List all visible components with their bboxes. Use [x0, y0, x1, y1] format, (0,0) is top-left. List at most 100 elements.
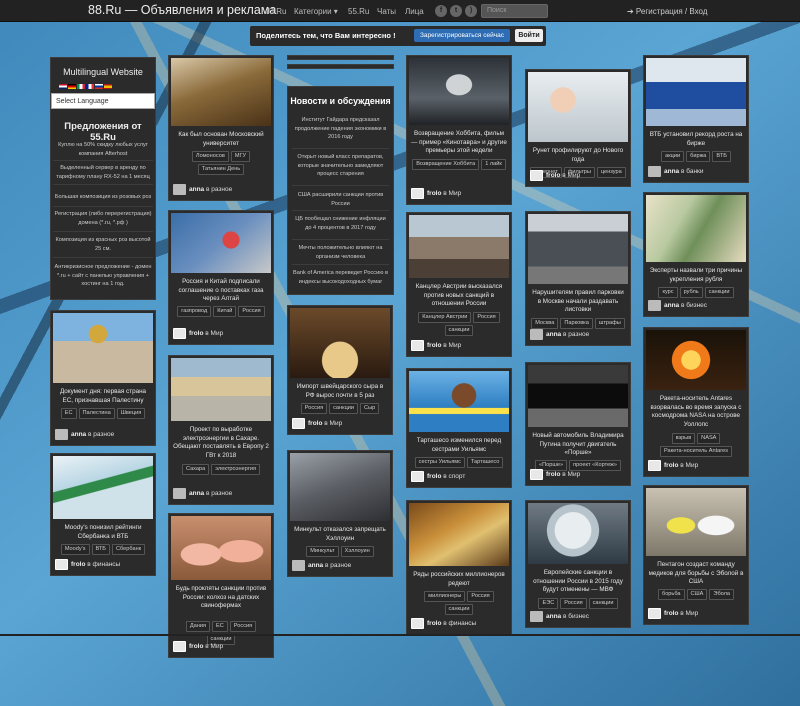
post-category[interactable]: бизнес	[686, 302, 707, 309]
twitter-icon[interactable]: t	[450, 5, 462, 17]
author-name[interactable]: frolo	[427, 473, 441, 480]
post-image[interactable]	[290, 308, 390, 378]
post-title[interactable]: Ракета-носитель Antares взорвалась во вр…	[648, 395, 744, 429]
post-image[interactable]	[528, 214, 628, 284]
post-tag[interactable]: Россия	[238, 306, 265, 317]
nav-link-55[interactable]: 55.Ru	[348, 7, 369, 16]
post-image[interactable]	[53, 456, 153, 519]
post-author[interactable]: anna в бизнес	[530, 611, 589, 622]
post-tag[interactable]: Китай	[213, 306, 237, 317]
avatar[interactable]	[292, 560, 305, 571]
post-category[interactable]: разное	[211, 186, 232, 193]
nav-link-jj[interactable]: JJ.Ru	[266, 7, 286, 16]
post-author[interactable]: frolo в Мир	[648, 460, 698, 471]
post-category[interactable]: Мир	[568, 172, 581, 179]
post-author[interactable]: frolo в Мир	[173, 328, 223, 339]
author-name[interactable]: anna	[546, 331, 561, 338]
post-card[interactable]: Проект по выработке электроэнергии в Сах…	[168, 355, 274, 505]
post-image[interactable]	[171, 213, 271, 273]
post-tag[interactable]: акции	[661, 151, 685, 162]
avatar[interactable]	[648, 300, 661, 311]
post-title[interactable]: Проект по выработке электроэнергии в Сах…	[173, 426, 269, 460]
offer-item[interactable]: Композиция из красных роз высотой 25 см.	[53, 236, 153, 253]
post-tag[interactable]: курс	[658, 287, 678, 298]
avatar[interactable]	[411, 471, 424, 482]
flag-de-icon[interactable]	[68, 84, 76, 89]
author-name[interactable]: frolo	[427, 342, 441, 349]
post-category[interactable]: банки	[686, 168, 703, 175]
post-title[interactable]: Россия и Китай подписали соглашение о по…	[173, 278, 269, 304]
post-tag[interactable]: США	[686, 589, 708, 600]
post-tag[interactable]: санкции	[704, 287, 734, 298]
post-author[interactable]: anna в разное	[55, 429, 114, 440]
post-tag[interactable]: 1 лайк	[481, 159, 506, 170]
post-title[interactable]: Moody's понизил рейтинги Сбербанка и ВТБ	[55, 524, 151, 541]
post-image[interactable]	[528, 72, 628, 142]
post-tag[interactable]: ЕС	[60, 408, 77, 419]
flag-it-icon[interactable]	[77, 84, 85, 89]
post-tag[interactable]: Сбербанк	[111, 544, 146, 555]
post-card[interactable]: Россия и Китай подписали соглашение о по…	[168, 210, 274, 345]
offer-item[interactable]: Антикризисное предложение - домен *.ru +…	[53, 263, 153, 289]
post-tag[interactable]: Хэллоуин	[340, 546, 374, 557]
post-category[interactable]: разное	[93, 431, 114, 438]
post-card[interactable]: ВТБ установил рекорд роста на бирже акции…	[643, 55, 749, 183]
post-card[interactable]: Импорт швейцарского сыра в РФ вырос почт…	[287, 305, 393, 435]
author-name[interactable]: frolo	[546, 172, 560, 179]
post-tag[interactable]: Ракета-носитель Antares	[659, 446, 733, 457]
post-card[interactable]: Новый автомобиль Владимира Путина получи…	[525, 362, 631, 486]
author-name[interactable]: anna	[546, 613, 561, 620]
post-title[interactable]: Будь прокляты санкции против России: кол…	[173, 585, 269, 611]
post-tag[interactable]: миллионеры	[424, 591, 466, 602]
post-card[interactable]: Европейские санкции в отношении России в…	[525, 500, 631, 628]
news-item[interactable]: Институт Гайдара предсказал продолжение …	[292, 116, 389, 142]
author-name[interactable]: frolo	[427, 190, 441, 197]
post-card[interactable]: Ряды российских миллионеров редеют миллио…	[406, 500, 512, 635]
post-title[interactable]: Импорт швейцарского сыра в РФ вырос почт…	[292, 383, 388, 400]
post-tag[interactable]: Россия	[467, 591, 494, 602]
post-category[interactable]: разное	[211, 490, 232, 497]
nav-link-categories[interactable]: Категории ▾	[294, 7, 338, 16]
post-image[interactable]	[409, 215, 509, 278]
post-card[interactable]: Эксперты назвали три причины укрепления …	[643, 192, 749, 317]
post-category[interactable]: Мир	[449, 190, 462, 197]
post-author[interactable]: frolo в спорт	[411, 471, 465, 482]
post-tag[interactable]: Швеция	[116, 408, 146, 419]
post-category[interactable]: Мир	[449, 342, 462, 349]
flag-en-icon[interactable]	[59, 84, 67, 89]
post-author[interactable]: frolo в Мир	[292, 418, 342, 429]
post-tag[interactable]: Возвращение Хоббита	[412, 159, 480, 170]
post-author[interactable]: frolo в финансы	[55, 559, 120, 570]
post-tag[interactable]: Сахара	[181, 464, 210, 475]
avatar[interactable]	[55, 559, 68, 570]
post-author[interactable]: frolo в Мир	[530, 469, 580, 480]
post-card[interactable]: Ракета-носитель Antares взорвалась во вр…	[643, 327, 749, 477]
post-author[interactable]: frolo в Мир	[173, 641, 223, 652]
post-image[interactable]	[646, 195, 746, 262]
post-card[interactable]: Пентагон создаст команду медиков для бор…	[643, 485, 749, 625]
flag-fr-icon[interactable]	[86, 84, 94, 89]
post-category[interactable]: финансы	[449, 620, 477, 627]
post-card[interactable]: Документ дня: первая страна ЕС, признавш…	[50, 310, 156, 446]
post-title[interactable]: Эксперты назвали три причины укрепления …	[648, 267, 744, 284]
post-title[interactable]: ВТБ установил рекорд роста на бирже	[648, 131, 744, 148]
post-image[interactable]	[528, 365, 628, 427]
offer-item[interactable]: Куплю на 50% скидку любых услуг компания…	[53, 141, 153, 158]
language-select[interactable]: Select Language	[51, 93, 155, 109]
post-card[interactable]: Нарушителям правил парковки в Москве нач…	[525, 211, 631, 346]
post-image[interactable]	[290, 453, 390, 521]
author-name[interactable]: frolo	[546, 471, 560, 478]
author-name[interactable]: anna	[308, 562, 323, 569]
post-tag[interactable]: Сыр	[360, 403, 380, 414]
offer-item[interactable]: Большая композиция из розовых роз	[53, 193, 153, 202]
post-author[interactable]: frolo в Мир	[411, 188, 461, 199]
post-image[interactable]	[646, 488, 746, 556]
post-card[interactable]: Рунет профилируют до Нового года интернет…	[525, 69, 631, 187]
post-tag[interactable]: Россия	[229, 621, 257, 632]
site-brand[interactable]: 88.Ru — Объявления и реклама	[88, 3, 276, 17]
post-tag[interactable]: ВТБ	[712, 151, 731, 162]
post-title[interactable]: Рунет профилируют до Нового года	[530, 147, 626, 164]
avatar[interactable]	[530, 329, 543, 340]
post-author[interactable]: anna в разное	[530, 329, 589, 340]
post-title[interactable]: Пентагон создаст команду медиков для бор…	[648, 561, 744, 587]
